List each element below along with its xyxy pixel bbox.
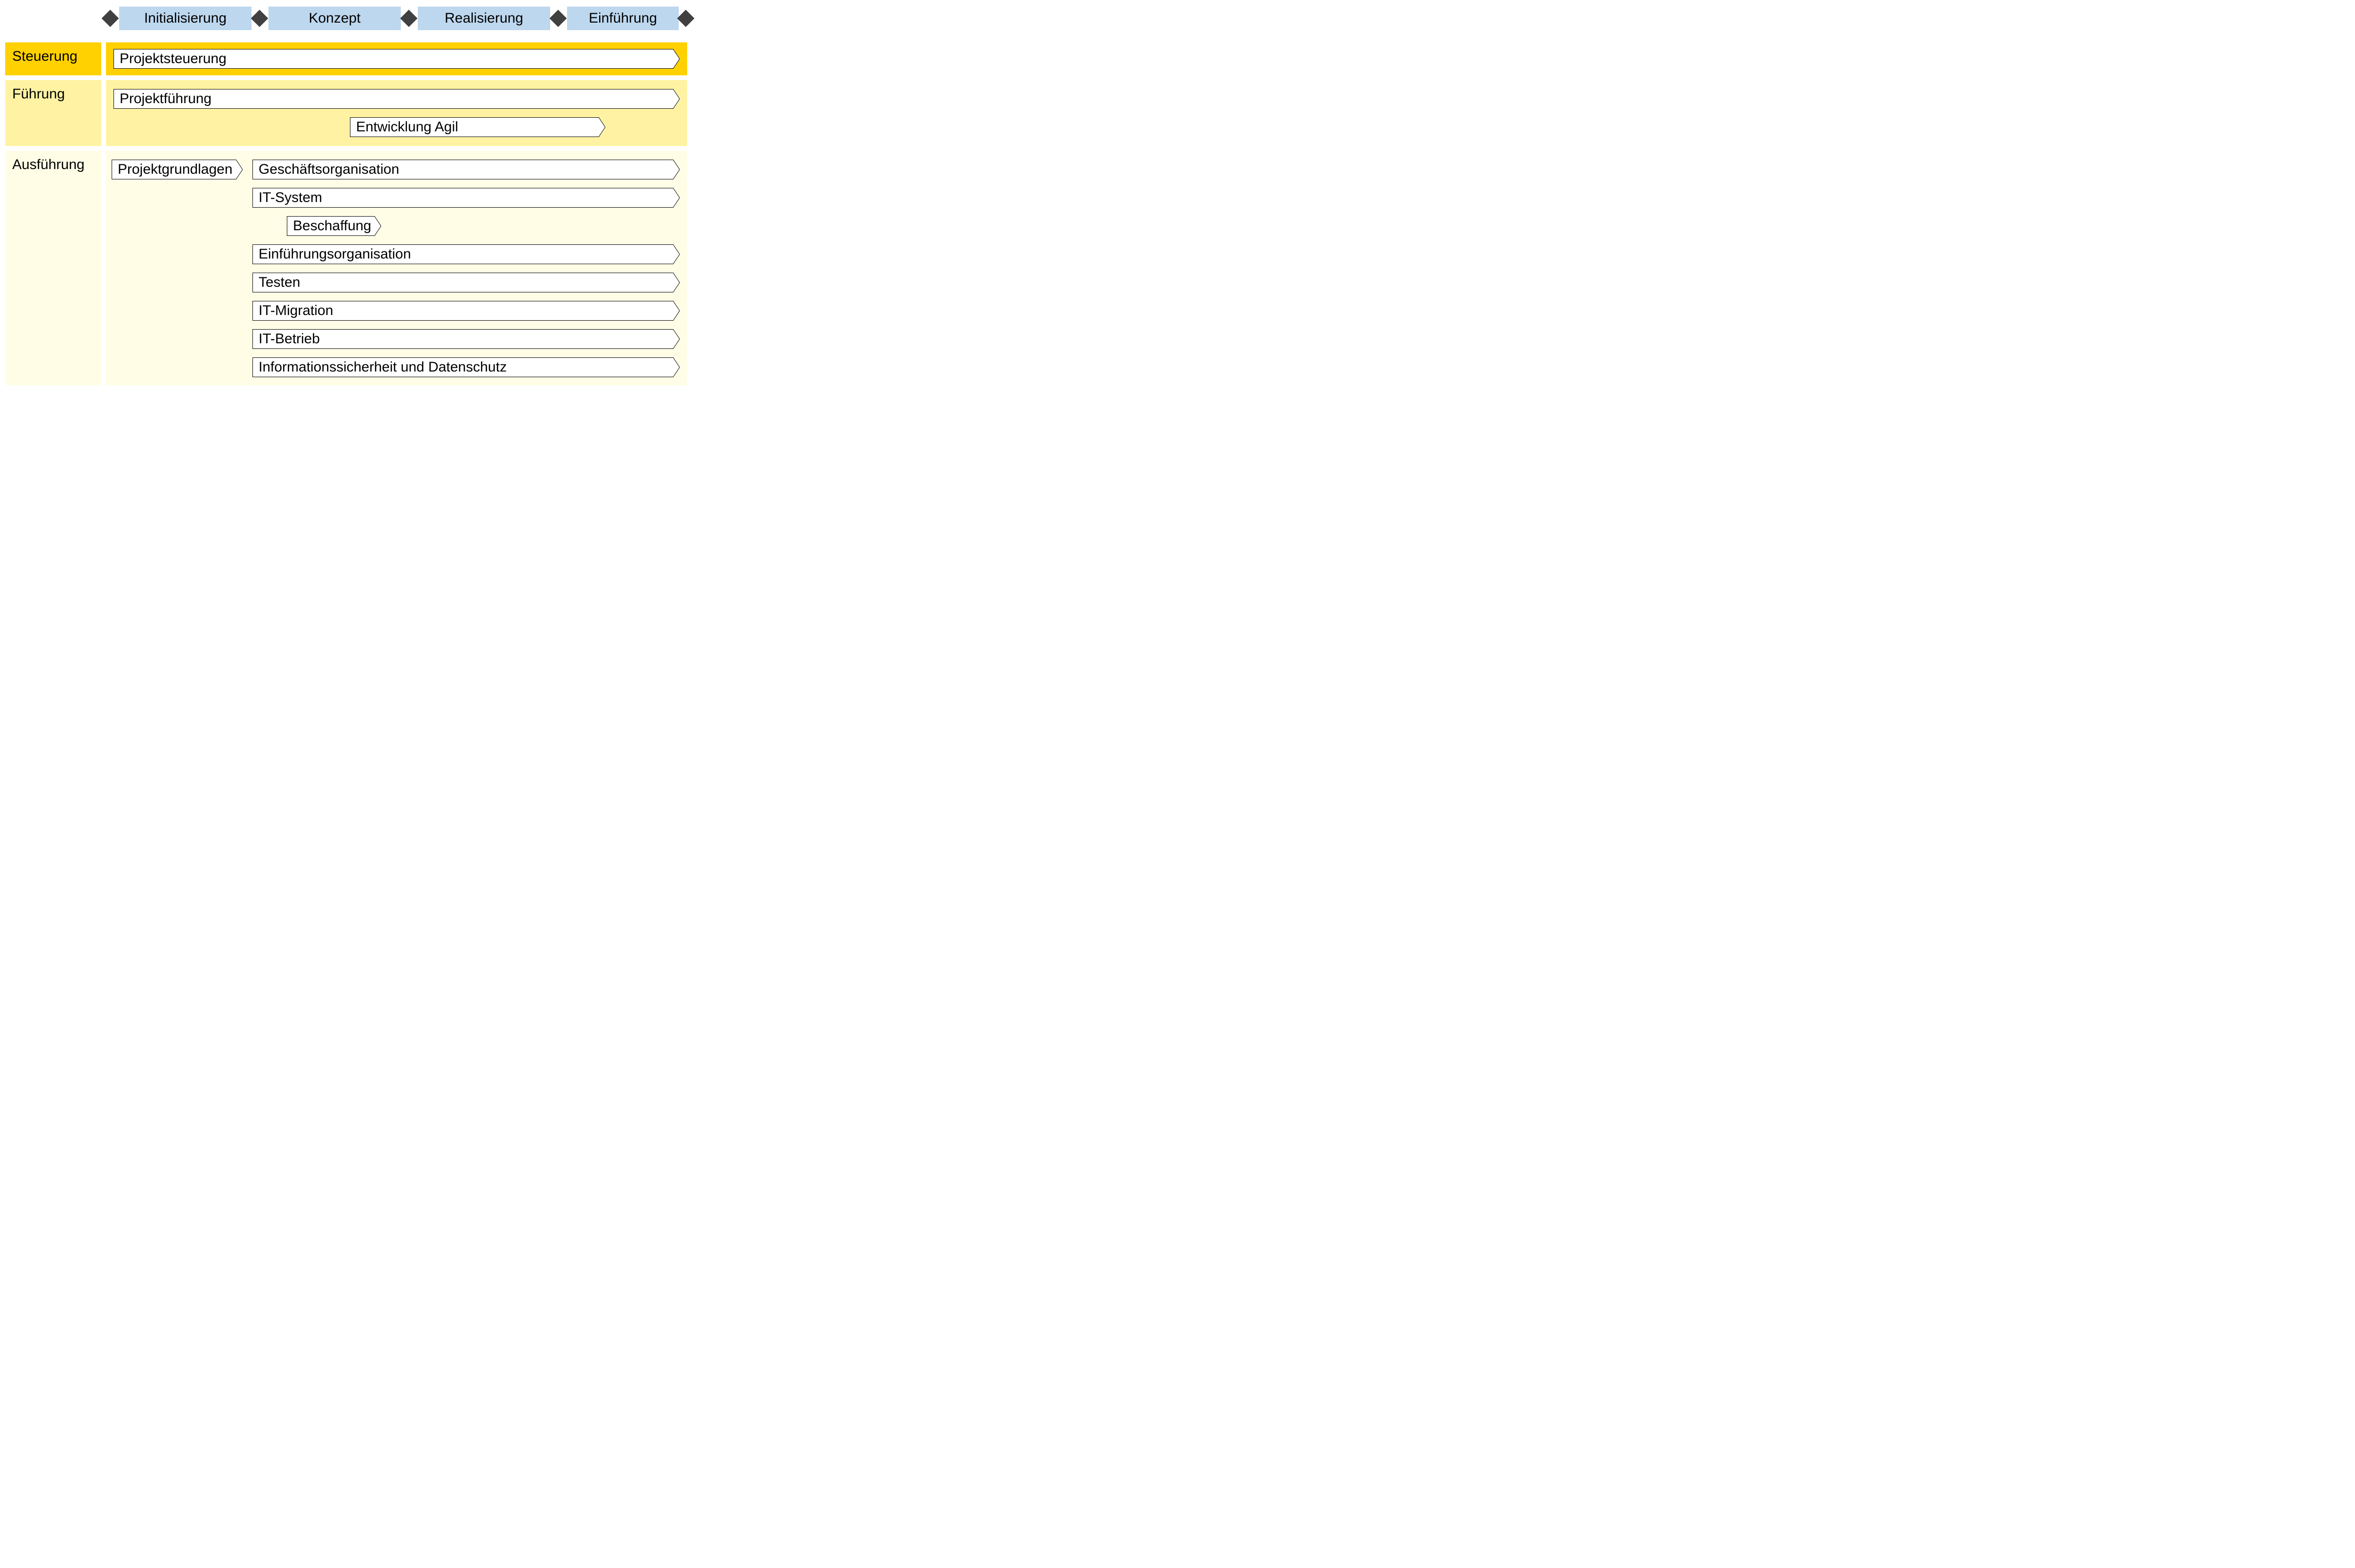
bar-informationssicherheit: Informationssicherheit und Datenschutz — [252, 357, 680, 377]
bar-label: IT-Migration — [259, 303, 333, 319]
bar-label: Entwicklung Agil — [356, 119, 458, 135]
bar-projektsteuerung: Projektsteuerung — [114, 49, 680, 69]
bar-label: Geschäftsorganisation — [259, 162, 399, 178]
milestone-diamond-0 — [102, 10, 119, 27]
milestone-diamond-3 — [550, 10, 567, 27]
row-bg-ausfuehrung — [5, 151, 101, 385]
arrow-tip-icon — [673, 301, 680, 321]
bar-testen: Testen — [252, 273, 680, 292]
arrow-tip-icon — [673, 329, 680, 349]
bar-it-migration: IT-Migration — [252, 301, 680, 321]
bar-label: IT-Betrieb — [259, 331, 320, 347]
bar-label: Testen — [259, 275, 300, 291]
arrow-tip-icon — [673, 273, 680, 292]
arrow-tip-icon — [673, 188, 680, 208]
bar-entwicklung-agil: Entwicklung Agil — [350, 117, 605, 137]
bar-einfuehrungsorganisation: Einführungsorganisation — [252, 244, 680, 264]
row-label-ausfuehrung: Ausführung — [12, 157, 84, 173]
bar-geschaeftsorganisation: Geschäftsorganisation — [252, 160, 680, 179]
bar-label: Informationssicherheit und Datenschutz — [259, 359, 507, 375]
bar-it-betrieb: IT-Betrieb — [252, 329, 680, 349]
arrow-tip-icon — [673, 244, 680, 264]
arrow-tip-icon — [599, 117, 605, 137]
bar-label: Projektgrundlagen — [118, 162, 233, 178]
arrow-tip-icon — [374, 216, 381, 236]
diagram-canvas: Initialisierung Konzept Realisierung Ein… — [0, 0, 692, 392]
phase-einfuehrung: Einführung — [567, 7, 679, 30]
arrow-tip-icon — [673, 89, 680, 109]
bar-label: Projektführung — [120, 91, 211, 107]
bar-projektgrundlagen: Projektgrundlagen — [112, 160, 243, 179]
bar-label: Projektsteuerung — [120, 51, 227, 67]
bar-label: Beschaffung — [293, 218, 371, 234]
bar-label: Einführungsorganisation — [259, 246, 411, 262]
bar-projektfuehrung: Projektführung — [114, 89, 680, 109]
bar-label: IT-System — [259, 190, 322, 206]
arrow-tip-icon — [673, 49, 680, 69]
phase-realisierung: Realisierung — [418, 7, 550, 30]
bar-beschaffung: Beschaffung — [287, 216, 381, 236]
milestone-diamond-2 — [400, 10, 418, 27]
phase-konzept: Konzept — [268, 7, 401, 30]
milestone-diamond-1 — [251, 10, 268, 27]
bar-it-system: IT-System — [252, 188, 680, 208]
row-label-steuerung: Steuerung — [12, 48, 77, 65]
arrow-tip-icon — [673, 357, 680, 377]
row-bg-ausfuehrung-right — [106, 151, 687, 385]
arrow-tip-icon — [236, 160, 243, 179]
row-label-fuehrung: Führung — [12, 86, 65, 102]
arrow-tip-icon — [673, 160, 680, 179]
milestone-diamond-4 — [677, 10, 695, 27]
phase-initialisierung: Initialisierung — [119, 7, 252, 30]
